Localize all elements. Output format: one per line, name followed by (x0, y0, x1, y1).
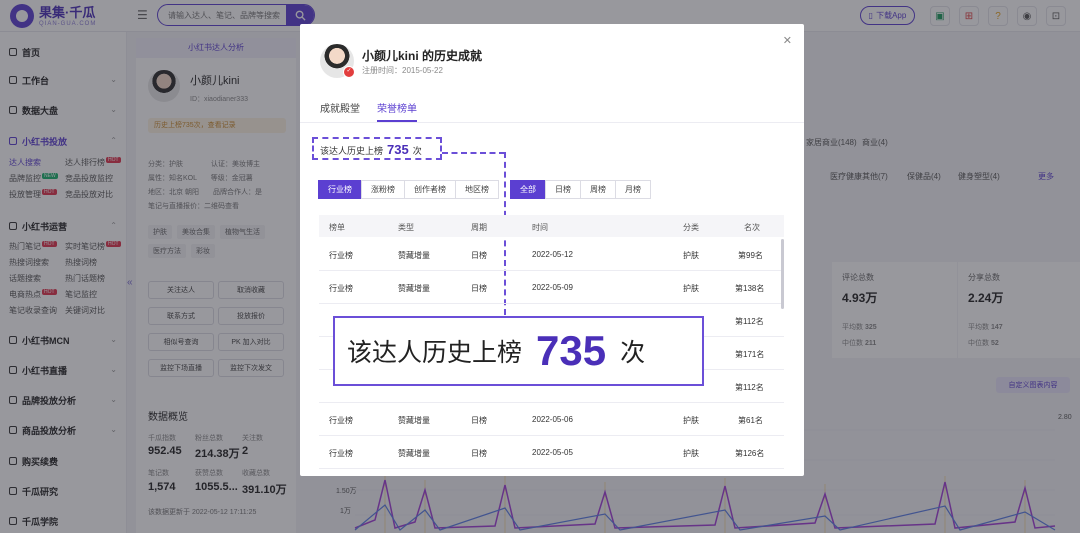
column-header: 分类 (683, 223, 699, 232)
segment-monthly[interactable]: 月榜 (615, 180, 651, 199)
register-time: 注册时间：2015-05-22 (362, 66, 443, 75)
segment-creator[interactable]: 创作者榜 (404, 180, 456, 199)
segment-daily[interactable]: 日榜 (545, 180, 581, 199)
column-header: 周期 (471, 223, 487, 232)
column-header: 榜单 (329, 223, 345, 232)
callout-unit: 次 (620, 339, 646, 367)
rank-table-header: 榜单 类型 周期 时间 分类 名次 (319, 215, 784, 237)
tab-honor-list[interactable]: 荣誉榜单 (377, 100, 417, 115)
tab-achievement-hall[interactable]: 成就殿堂 (320, 100, 360, 115)
rank-type-selector: 行业榜 涨粉榜 创作者榜 地区榜 (318, 180, 499, 199)
column-header: 时间 (532, 223, 548, 232)
callout-count: 735 (536, 327, 607, 374)
segment-region[interactable]: 地区榜 (455, 180, 499, 199)
scrollbar[interactable] (781, 239, 784, 309)
close-icon[interactable]: ✕ (783, 34, 792, 47)
segment-all[interactable]: 全部 (510, 180, 546, 199)
callout-connector (442, 152, 505, 154)
table-row[interactable]: 行业榜 赞藏增量 日榜 2022-05-12 护肤 第99名 (319, 238, 784, 271)
segment-fans[interactable]: 涨粉榜 (361, 180, 405, 199)
modal-title: 小颜儿kini 的历史成就 (362, 49, 483, 63)
table-row[interactable]: 行业榜 赞藏增量 日榜 2022-05-06 护肤 第61名 (319, 403, 784, 436)
segment-weekly[interactable]: 周榜 (580, 180, 616, 199)
segment-industry[interactable]: 行业榜 (318, 180, 362, 199)
column-header: 类型 (398, 223, 414, 232)
column-header: 名次 (744, 223, 760, 232)
divider (300, 122, 804, 123)
rank-count-callout: 该达人历史上榜 735 次 (333, 316, 704, 386)
history-achievement-modal: ✕ ✓ 小颜儿kini 的历史成就 注册时间：2015-05-22 成就殿堂 荣… (300, 24, 804, 476)
verified-badge-icon: ✓ (343, 66, 355, 78)
rank-count-summary: 该达人历史上榜 735 次 (320, 142, 422, 157)
table-row[interactable]: 行业榜 赞藏增量 日榜 2022-05-05 护肤 第126名 (319, 436, 784, 469)
table-row[interactable]: 行业榜 赞藏增量 日榜 2022-05-09 护肤 第138名 (319, 271, 784, 304)
callout-label: 该达人历史上榜 (347, 339, 523, 367)
period-selector: 全部 日榜 周榜 月榜 (510, 180, 651, 199)
